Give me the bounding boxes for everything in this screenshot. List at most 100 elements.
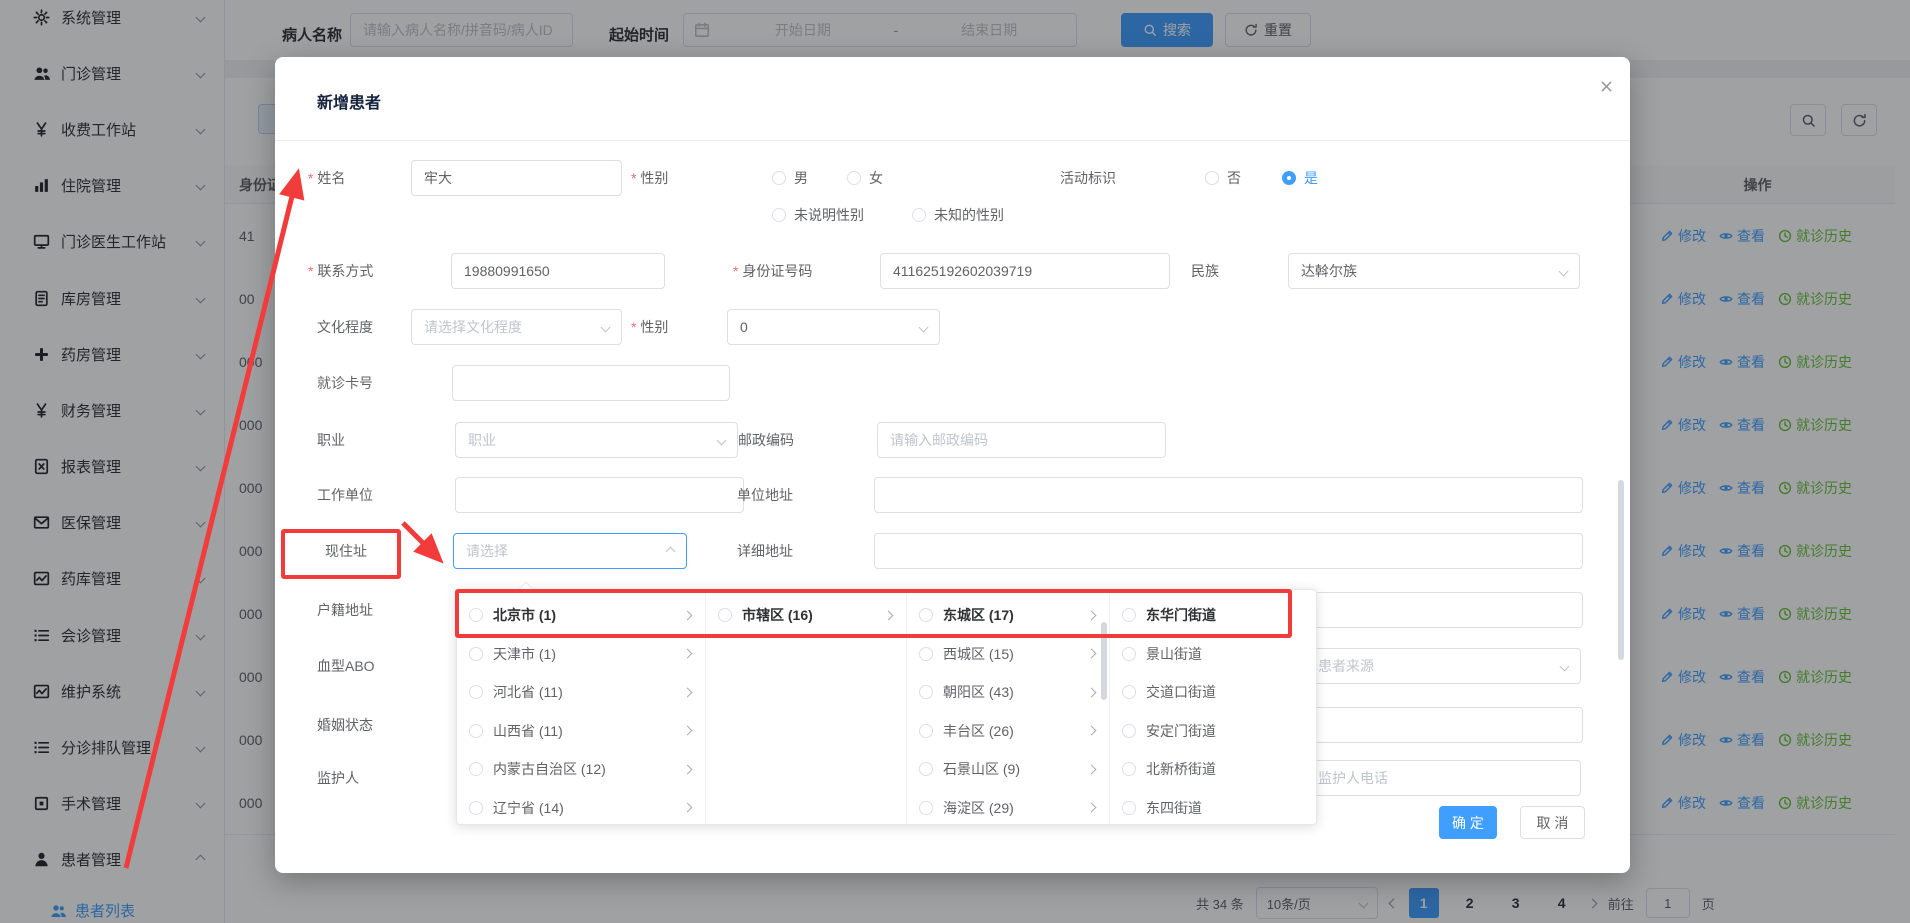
occupation-placeholder: 职业: [468, 430, 496, 450]
employer-address-input[interactable]: [874, 477, 1583, 513]
cascader-option[interactable]: 西城区 (15): [907, 635, 1109, 674]
cascader-option-label: 海淀区 (29): [943, 798, 1078, 818]
cascader-option[interactable]: 北京市 (1): [457, 596, 705, 635]
phone-label: 联系方式: [308, 261, 373, 281]
active-flag-radio-no[interactable]: 否: [1205, 168, 1241, 188]
radio-label: 未说明性别: [794, 205, 864, 225]
radio-icon: [469, 762, 483, 776]
radio-icon: [1122, 608, 1136, 622]
cascader-column: 北京市 (1) 天津市 (1) 河北省 (11) 山西省 (11) 内蒙古自治区 (12…: [457, 590, 706, 824]
cascader-option-label: 丰台区 (26): [943, 721, 1078, 741]
current-address-label: 现住址: [325, 541, 367, 561]
ethnicity-value: 达斡尔族: [1301, 261, 1357, 281]
cascader-option-label: 东四街道: [1146, 798, 1306, 818]
radio-icon: [718, 608, 732, 622]
card-no-input[interactable]: [452, 365, 730, 401]
chevron-right-icon: [683, 649, 693, 659]
radio-icon: [1122, 724, 1136, 738]
gender-radio-unknown[interactable]: 未知的性别: [912, 205, 1004, 225]
cascader-option[interactable]: 内蒙古自治区 (12): [457, 750, 705, 789]
radio-icon: [1122, 801, 1136, 815]
chevron-down-icon: [1560, 661, 1570, 671]
detail-address-label: 详细地址: [737, 541, 793, 561]
cancel-button[interactable]: 取 消: [1520, 806, 1585, 839]
modal-scrollbar[interactable]: [1618, 480, 1624, 660]
postal-code-input[interactable]: [877, 422, 1166, 458]
cascader-option-label: 石景山区 (9): [943, 759, 1078, 779]
chevron-right-icon: [884, 610, 894, 620]
gender-radio-female[interactable]: 女: [847, 168, 883, 188]
chevron-right-icon: [683, 610, 693, 620]
current-address-cascader-select[interactable]: 请选择: [453, 533, 687, 569]
radio-label: 是: [1304, 168, 1318, 188]
cascader-option[interactable]: 东四街道: [1110, 789, 1317, 826]
cascader-option-label: 北新桥街道: [1146, 759, 1306, 779]
detail-address-input[interactable]: [874, 533, 1583, 569]
cascader-option[interactable]: 辽宁省 (14): [457, 789, 705, 826]
cascader-option[interactable]: 山西省 (11): [457, 712, 705, 751]
cascader-option[interactable]: 市辖区 (16): [706, 596, 906, 635]
cascader-column: 市辖区 (16): [706, 590, 907, 824]
radio-icon: [1122, 762, 1136, 776]
cascader-column: 东华门街道景山街道交道口街道安定门街道北新桥街道东四街道: [1110, 590, 1317, 824]
radio-icon: [469, 724, 483, 738]
cascader-option-label: 天津市 (1): [493, 644, 674, 664]
chevron-right-icon: [1087, 610, 1097, 620]
blood-type-label: 血型ABO: [317, 656, 375, 676]
education-select[interactable]: 请选择文化程度: [411, 309, 622, 345]
cascader-option[interactable]: 河北省 (11): [457, 673, 705, 712]
cascader-option[interactable]: 东华门街道: [1110, 596, 1317, 635]
radio-label: 男: [794, 168, 808, 188]
radio-label: 未知的性别: [934, 205, 1004, 225]
gender2-select[interactable]: 0: [727, 309, 940, 345]
radio-icon: [1205, 171, 1219, 185]
radio-icon: [919, 608, 933, 622]
close-icon: [1599, 79, 1614, 94]
confirm-button[interactable]: 确 定: [1439, 806, 1497, 839]
ethnicity-select[interactable]: 达斡尔族: [1288, 253, 1580, 289]
chevron-down-icon: [919, 322, 929, 332]
radio-icon: [919, 685, 933, 699]
cascader-option[interactable]: 海淀区 (29): [907, 789, 1109, 826]
id-number-label: 身份证号码: [733, 261, 812, 281]
occupation-select[interactable]: 职业: [455, 422, 738, 458]
phone-input[interactable]: [451, 253, 665, 289]
cascader-option[interactable]: 交道口街道: [1110, 673, 1317, 712]
radio-icon: [469, 608, 483, 622]
radio-icon: [919, 801, 933, 815]
cascader-option-label: 河北省 (11): [493, 682, 674, 702]
name-label: 姓名: [308, 168, 345, 188]
radio-icon: [919, 762, 933, 776]
chevron-down-icon: [601, 322, 611, 332]
close-button[interactable]: [1593, 73, 1619, 99]
cascader-option[interactable]: 北新桥街道: [1110, 750, 1317, 789]
radio-label: 否: [1227, 168, 1241, 188]
chevron-down-icon: [717, 435, 727, 445]
radio-icon: [1122, 685, 1136, 699]
education-label: 文化程度: [317, 317, 373, 337]
name-input[interactable]: [411, 160, 622, 196]
radio-icon: [919, 724, 933, 738]
gender-radio-male[interactable]: 男: [772, 168, 808, 188]
chevron-right-icon: [683, 803, 693, 813]
cascader-option[interactable]: 东城区 (17): [907, 596, 1109, 635]
id-number-input[interactable]: [880, 253, 1170, 289]
scrollbar-thumb[interactable]: [1101, 622, 1107, 700]
active-flag-radio-yes[interactable]: 是: [1282, 168, 1318, 188]
employer-input[interactable]: [455, 477, 744, 513]
cascader-option[interactable]: 朝阳区 (43): [907, 673, 1109, 712]
chevron-down-icon: [1559, 266, 1569, 276]
cascader-option-label: 辽宁省 (14): [493, 798, 674, 818]
cascader-option-label: 山西省 (11): [493, 721, 674, 741]
employer-address-label: 单位地址: [737, 485, 793, 505]
postal-code-label: 邮政编码: [738, 430, 794, 450]
cascader-option[interactable]: 丰台区 (26): [907, 712, 1109, 751]
cascader-option[interactable]: 景山街道: [1110, 635, 1317, 674]
radio-label: 女: [869, 168, 883, 188]
gender-radio-unexplained[interactable]: 未说明性别: [772, 205, 864, 225]
cascader-option[interactable]: 石景山区 (9): [907, 750, 1109, 789]
employer-label: 工作单位: [317, 485, 373, 505]
cascader-option[interactable]: 安定门街道: [1110, 712, 1317, 751]
cascader-option[interactable]: 天津市 (1): [457, 635, 705, 674]
ethnicity-label: 民族: [1191, 261, 1219, 281]
